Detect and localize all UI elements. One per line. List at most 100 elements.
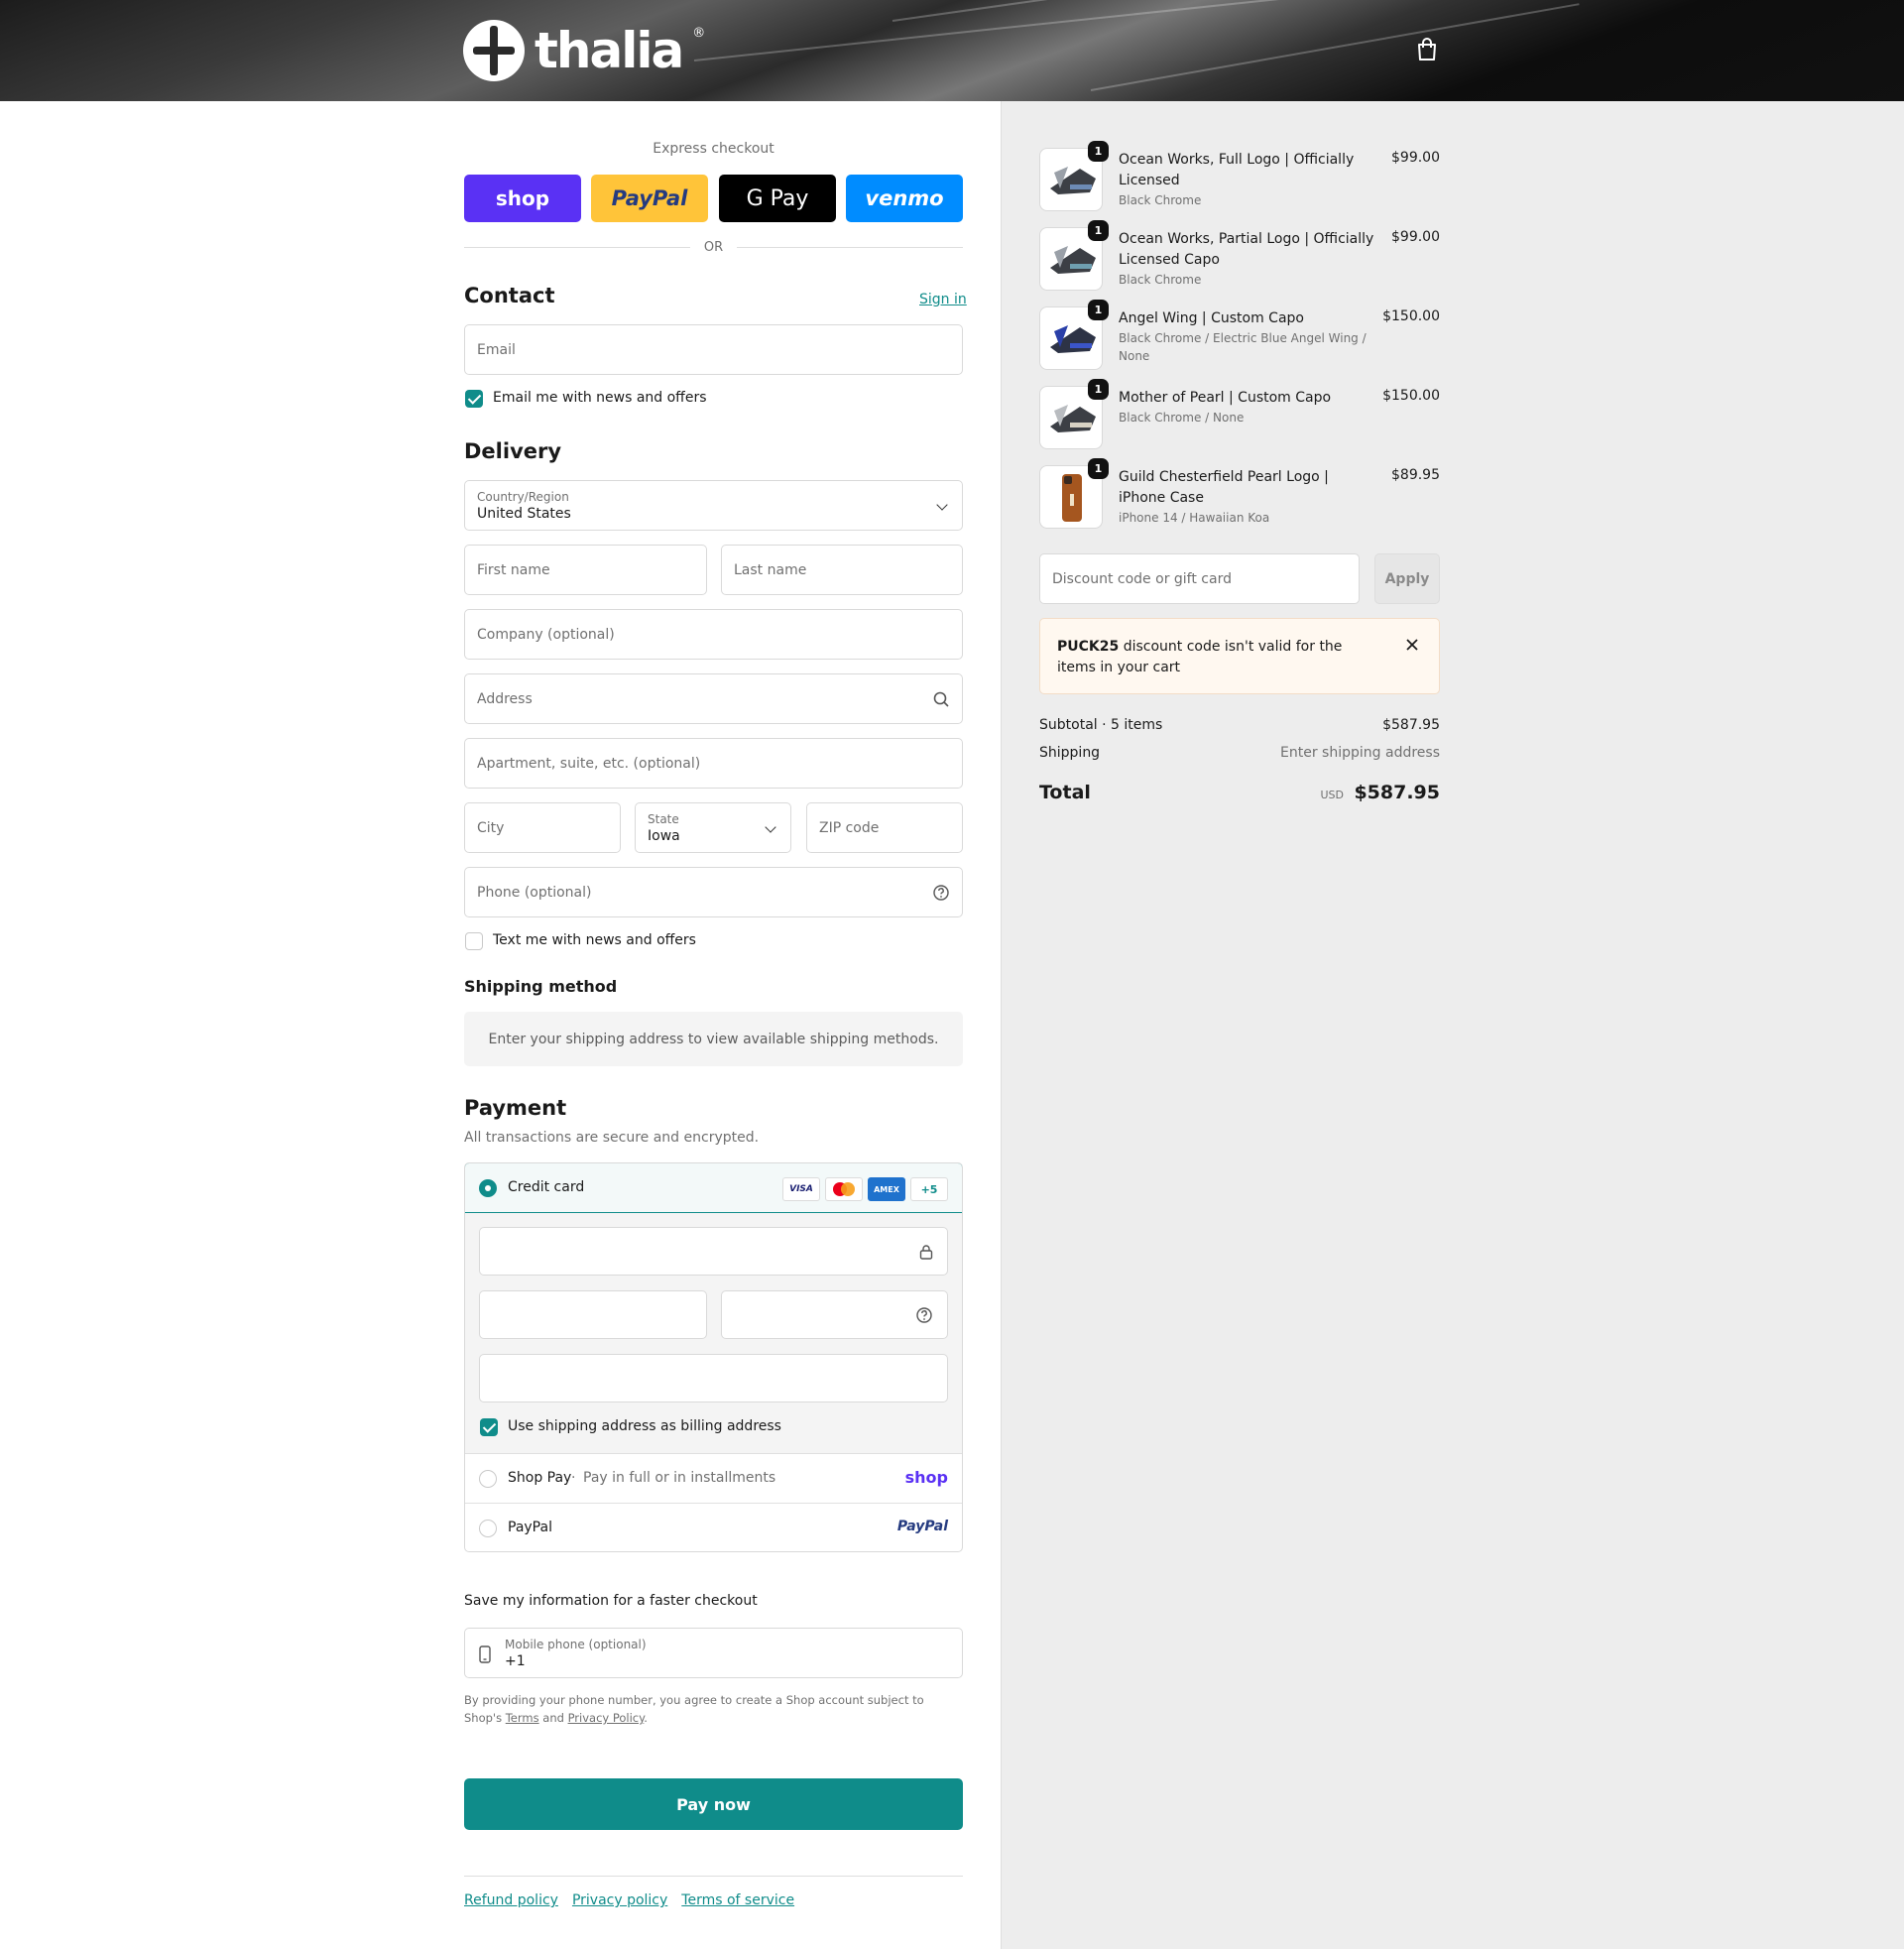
close-icon[interactable] <box>1403 636 1421 654</box>
product-name: Ocean Works, Full Logo | Officially Lice… <box>1119 152 1355 188</box>
email-placeholder: Email <box>477 341 516 358</box>
company-placeholder: Company (optional) <box>477 626 615 643</box>
paypal-logo: PayPal <box>611 186 688 210</box>
order-line-item: 1 Guild Chesterfield Pearl Logo | iPhone… <box>1039 458 1440 529</box>
product-name: Mother of Pearl | Custom Capo <box>1119 390 1332 406</box>
total-row: Total USD $587.95 <box>1039 782 1440 803</box>
order-line-item: 1 Angel Wing | Custom Capo Black Chrome … <box>1039 300 1440 370</box>
registered-mark: ® <box>692 25 706 41</box>
privacy-policy-link[interactable]: Privacy Policy <box>568 1711 645 1725</box>
chevron-down-icon <box>936 499 948 511</box>
help-icon[interactable] <box>915 1306 933 1324</box>
mobile-phone-field[interactable]: Mobile phone (optional) +1 <box>464 1628 963 1678</box>
pay-now-button[interactable]: Pay now <box>464 1778 963 1830</box>
name-on-card-field[interactable] <box>479 1354 948 1402</box>
banner-streak <box>693 0 1385 61</box>
discount-code-input[interactable]: Discount code or gift card <box>1039 553 1360 604</box>
save-info-title: Save my information for a faster checkou… <box>464 1593 758 1609</box>
paypal-radio[interactable] <box>479 1520 497 1537</box>
address-placeholder: Address <box>477 690 533 707</box>
order-line-item: 1 Ocean Works, Full Logo | Officially Li… <box>1039 141 1440 211</box>
apply-label: Apply <box>1384 570 1430 587</box>
shipping-row: Shipping Enter shipping address <box>1039 745 1440 761</box>
credit-card-form: Use shipping address as billing address <box>465 1213 962 1454</box>
divider-line <box>737 247 964 248</box>
google-pay-express-button[interactable]: G Pay <box>719 175 836 222</box>
shipping-value: Enter shipping address <box>1280 745 1440 761</box>
order-line-item: 1 Mother of Pearl | Custom Capo Black Ch… <box>1039 379 1440 449</box>
expiration-date-field[interactable] <box>479 1290 707 1339</box>
city-field[interactable]: City <box>464 802 621 853</box>
shop-pay-radio[interactable] <box>479 1470 497 1488</box>
order-line-item: 1 Ocean Works, Partial Logo | Officially… <box>1039 220 1440 291</box>
delivery-heading: Delivery <box>464 439 562 463</box>
help-icon[interactable] <box>932 884 950 902</box>
privacy-policy-footer-link[interactable]: Privacy policy <box>572 1892 667 1908</box>
visa-icon: VISA <box>782 1177 820 1201</box>
apply-discount-button[interactable]: Apply <box>1374 553 1440 604</box>
apartment-field[interactable]: Apartment, suite, etc. (optional) <box>464 738 963 789</box>
product-name: Ocean Works, Partial Logo | Officially L… <box>1119 231 1374 268</box>
address-field[interactable]: Address <box>464 673 963 724</box>
discount-placeholder: Discount code or gift card <box>1052 570 1232 587</box>
billing-same-checkbox[interactable] <box>480 1418 498 1436</box>
footer-links: Refund policy Privacy policy Terms of se… <box>464 1892 794 1908</box>
refund-policy-link[interactable]: Refund policy <box>464 1892 558 1908</box>
credit-card-option[interactable]: Credit card VISA AMEX +5 <box>465 1163 962 1213</box>
state-label: State <box>648 811 679 826</box>
brand-logo[interactable]: thalia ® <box>463 20 705 81</box>
terms-link[interactable]: Terms <box>506 1711 539 1725</box>
security-code-field[interactable] <box>721 1290 948 1339</box>
shopping-bag-icon[interactable] <box>1416 38 1438 61</box>
paypal-logo: PayPal <box>896 1519 948 1534</box>
payment-methods: Credit card VISA AMEX +5 Use shipping ad… <box>464 1162 963 1552</box>
shop-pay-subtitle: Pay in full or in installments <box>583 1470 776 1486</box>
shop-pay-express-button[interactable]: shop <box>464 175 581 222</box>
shipping-method-info: Enter your shipping address to view avai… <box>464 1012 963 1066</box>
product-variant: Black Chrome <box>1119 193 1202 207</box>
venmo-express-button[interactable]: venmo <box>846 175 963 222</box>
logo-mark-icon <box>463 20 525 81</box>
billing-same-label: Use shipping address as billing address <box>508 1418 781 1434</box>
email-field[interactable]: Email <box>464 324 963 375</box>
shop-pay-logo: shop <box>495 186 550 210</box>
terms-of-service-link[interactable]: Terms of service <box>681 1892 794 1908</box>
quantity-badge: 1 <box>1088 379 1109 400</box>
state-select[interactable]: State Iowa <box>635 802 791 853</box>
shipping-label: Shipping <box>1039 745 1101 761</box>
country-value: United States <box>477 505 571 522</box>
more-cards-badge: +5 <box>910 1177 948 1201</box>
country-label: Country/Region <box>477 489 569 504</box>
header-banner: thalia ® <box>0 0 1904 101</box>
sign-in-link[interactable]: Sign in <box>919 292 967 307</box>
paypal-option[interactable]: PayPal PayPal <box>465 1504 962 1551</box>
zip-placeholder: ZIP code <box>819 819 880 836</box>
product-variant: Black Chrome / Electric Blue Angel Wing … <box>1119 331 1367 363</box>
credit-card-radio[interactable] <box>479 1179 497 1197</box>
paypal-label: PayPal <box>508 1520 552 1535</box>
quantity-badge: 1 <box>1088 141 1109 162</box>
last-name-field[interactable]: Last name <box>721 545 963 595</box>
apartment-placeholder: Apartment, suite, etc. (optional) <box>477 755 701 772</box>
total-currency: USD <box>1320 789 1344 801</box>
paypal-express-button[interactable]: PayPal <box>591 175 708 222</box>
first-name-field[interactable]: First name <box>464 545 707 595</box>
country-select[interactable]: Country/Region United States <box>464 480 963 531</box>
payment-subtitle: All transactions are secure and encrypte… <box>464 1130 760 1146</box>
divider-line <box>464 247 690 248</box>
zip-field[interactable]: ZIP code <box>806 802 963 853</box>
total-label: Total <box>1039 782 1091 803</box>
product-name: Guild Chesterfield Pearl Logo | iPhone C… <box>1119 469 1329 506</box>
company-field[interactable]: Company (optional) <box>464 609 963 660</box>
quantity-badge: 1 <box>1088 220 1109 241</box>
phone-field[interactable]: Phone (optional) <box>464 867 963 917</box>
phone-placeholder: Phone (optional) <box>477 884 592 901</box>
payment-heading: Payment <box>464 1096 567 1120</box>
search-icon <box>933 691 949 707</box>
email-news-checkbox[interactable] <box>465 390 483 408</box>
or-divider: OR <box>464 240 964 255</box>
shop-pay-option[interactable]: Shop Pay · Pay in full or in installment… <box>465 1454 962 1504</box>
text-news-checkbox[interactable] <box>465 932 483 950</box>
card-number-field[interactable] <box>479 1227 948 1276</box>
contact-heading: Contact <box>464 284 555 307</box>
